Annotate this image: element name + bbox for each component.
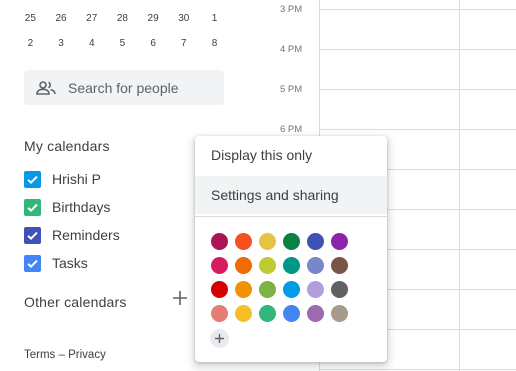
calendar-checkbox[interactable]	[24, 254, 41, 272]
mini-calendar-day[interactable]: 29	[138, 13, 169, 24]
color-swatch[interactable]	[331, 233, 348, 250]
color-swatch[interactable]	[283, 305, 300, 322]
mini-calendar-day[interactable]: 4	[76, 38, 107, 49]
color-swatch[interactable]	[235, 281, 252, 298]
color-swatch[interactable]	[235, 305, 252, 322]
color-swatch[interactable]	[331, 305, 348, 322]
color-swatch[interactable]	[235, 233, 252, 250]
color-swatch[interactable]	[307, 233, 324, 250]
search-people-input[interactable]	[68, 79, 218, 96]
terms-link[interactable]: Terms	[24, 349, 55, 361]
hour-line	[319, 89, 516, 90]
mini-calendar-day[interactable]: 27	[76, 13, 107, 24]
hour-line	[319, 49, 516, 50]
mini-calendar-day[interactable]: 2	[15, 38, 46, 49]
mini-calendar-day[interactable]: 5	[107, 38, 138, 49]
color-swatch[interactable]	[331, 257, 348, 274]
display-this-only-item[interactable]: Display this only	[195, 136, 387, 174]
mini-calendar-day[interactable]: 8	[199, 38, 230, 49]
mini-calendar-day[interactable]: 28	[107, 13, 138, 24]
other-calendars-heading[interactable]: Other calendars	[24, 294, 127, 310]
time-label: 5 PM	[280, 84, 303, 95]
mini-calendar-day[interactable]: 1	[199, 13, 230, 24]
mini-calendar-week-1: 25 26 27 28 29 30 1	[15, 13, 230, 24]
color-swatch[interactable]	[307, 305, 324, 322]
hour-line	[319, 9, 516, 10]
color-swatch[interactable]	[211, 281, 228, 298]
color-swatch[interactable]	[259, 305, 276, 322]
hour-line	[319, 129, 516, 130]
calendar-options-menu: Display this only Settings and sharing	[195, 136, 387, 362]
plus-icon	[173, 290, 187, 310]
hour-line	[319, 369, 516, 370]
calendar-checkbox[interactable]	[24, 226, 41, 244]
color-swatch[interactable]	[211, 305, 228, 322]
mini-calendar-day[interactable]: 6	[138, 38, 169, 49]
mini-calendar-day[interactable]: 30	[168, 13, 199, 24]
color-swatch[interactable]	[259, 281, 276, 298]
calendar-label: Tasks	[52, 255, 88, 271]
color-swatch[interactable]	[283, 281, 300, 298]
calendar-item-reminders[interactable]: Reminders	[24, 224, 120, 246]
menu-divider	[195, 216, 387, 217]
color-swatch[interactable]	[307, 281, 324, 298]
calendar-item-tasks[interactable]: Tasks	[24, 252, 88, 274]
settings-and-sharing-item[interactable]: Settings and sharing	[195, 176, 387, 214]
color-swatch[interactable]	[259, 257, 276, 274]
color-swatch[interactable]	[283, 233, 300, 250]
mini-calendar-day[interactable]: 26	[46, 13, 77, 24]
color-swatch[interactable]	[211, 257, 228, 274]
calendar-label: Hrishi P	[52, 171, 102, 187]
color-swatch[interactable]	[235, 257, 252, 274]
calendar-item-birthdays[interactable]: Birthdays	[24, 196, 110, 218]
color-swatch[interactable]	[211, 233, 228, 250]
mini-calendar-day[interactable]: 7	[168, 38, 199, 49]
color-swatch[interactable]	[307, 257, 324, 274]
calendar-item-hrishi[interactable]: Hrishi P	[24, 168, 101, 190]
footer-links: Terms – Privacy	[24, 349, 106, 361]
calendar-label: Birthdays	[52, 199, 111, 215]
mini-calendar-day[interactable]: 3	[46, 38, 77, 49]
time-label: 3 PM	[280, 4, 303, 15]
search-people-box[interactable]	[24, 70, 224, 105]
grid-divider	[459, 0, 460, 371]
calendar-checkbox[interactable]	[24, 198, 41, 216]
color-swatch[interactable]	[259, 233, 276, 250]
calendar-checkbox[interactable]	[24, 170, 41, 188]
time-label: 4 PM	[280, 44, 303, 55]
add-other-calendar-button[interactable]	[170, 290, 190, 310]
footer-separator: –	[58, 349, 65, 361]
plus-icon	[215, 330, 224, 348]
my-calendars-heading[interactable]: My calendars	[24, 138, 110, 154]
people-icon	[35, 77, 57, 99]
add-custom-color-button[interactable]	[210, 329, 229, 348]
calendar-label: Reminders	[52, 227, 120, 243]
mini-calendar-week-2: 2 3 4 5 6 7 8	[15, 38, 230, 49]
color-swatch[interactable]	[331, 281, 348, 298]
color-swatch[interactable]	[283, 257, 300, 274]
mini-calendar-day[interactable]: 25	[15, 13, 46, 24]
time-label: 6 PM	[280, 124, 303, 135]
privacy-link[interactable]: Privacy	[68, 349, 106, 361]
